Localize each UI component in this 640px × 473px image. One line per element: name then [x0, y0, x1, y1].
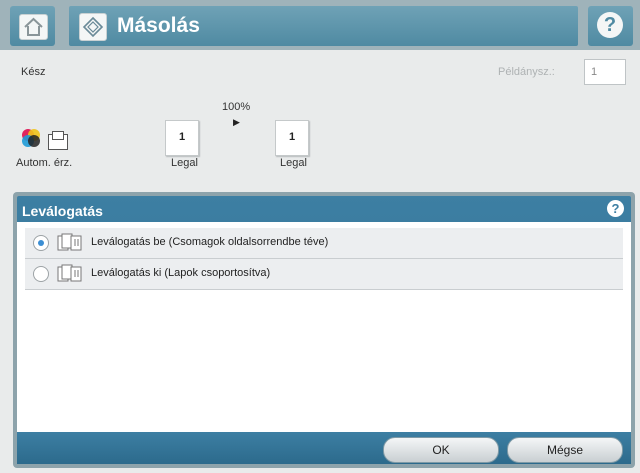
option-label: Leválogatás be (Csomagok oldalsorrendbe … — [91, 236, 329, 248]
color-mode-label: Autom. érz. — [16, 157, 73, 169]
original-page-thumbnail: 1 — [165, 120, 199, 156]
radio-selected-icon[interactable] — [33, 235, 49, 251]
help-icon: ? — [597, 12, 623, 38]
cancel-button[interactable]: Mégse — [507, 437, 623, 463]
copies-label: Példánysz.: — [498, 66, 555, 78]
title-bar: Másolás — [69, 6, 578, 46]
zoom-level: 100% — [222, 101, 251, 113]
arrow-right-icon: ▶ — [233, 117, 240, 127]
status-text: Kész — [21, 66, 46, 78]
header-bar: Másolás ? — [0, 0, 640, 50]
copy-icon — [79, 13, 107, 41]
page-title: Másolás — [117, 14, 200, 37]
dialog-footer: OK Mégse — [17, 432, 631, 464]
home-button[interactable] — [10, 6, 55, 46]
radio-unselected-icon[interactable] — [33, 266, 49, 282]
option-label: Leválogatás ki (Lapok csoportosítva) — [91, 267, 271, 279]
dialog-panel: Leválogatás ? Leválogatás be (Csomagok o… — [17, 196, 631, 464]
document-type-icon — [48, 131, 68, 150]
ok-button[interactable]: OK — [383, 437, 499, 463]
option-collate-off[interactable]: Leválogatás ki (Lapok csoportosítva) — [25, 259, 623, 290]
dialog-title: Leválogatás — [22, 203, 103, 219]
home-icon — [19, 14, 48, 40]
copies-input[interactable]: 1 — [584, 59, 626, 85]
option-collate-on[interactable]: Leválogatás be (Csomagok oldalsorrendbe … — [25, 228, 623, 259]
original-size-label: Legal — [171, 157, 198, 169]
grouped-pages-icon — [57, 264, 83, 282]
collate-dialog: Leválogatás ? Leválogatás be (Csomagok o… — [13, 192, 635, 468]
color-mode-icon — [19, 126, 43, 150]
collated-pages-icon — [57, 233, 83, 251]
dialog-body: Leválogatás be (Csomagok oldalsorrendbe … — [17, 222, 631, 432]
help-button[interactable]: ? — [588, 6, 633, 46]
dialog-help-icon[interactable]: ? — [607, 200, 624, 217]
output-page-thumbnail: 1 — [275, 120, 309, 156]
output-size-label: Legal — [280, 157, 307, 169]
